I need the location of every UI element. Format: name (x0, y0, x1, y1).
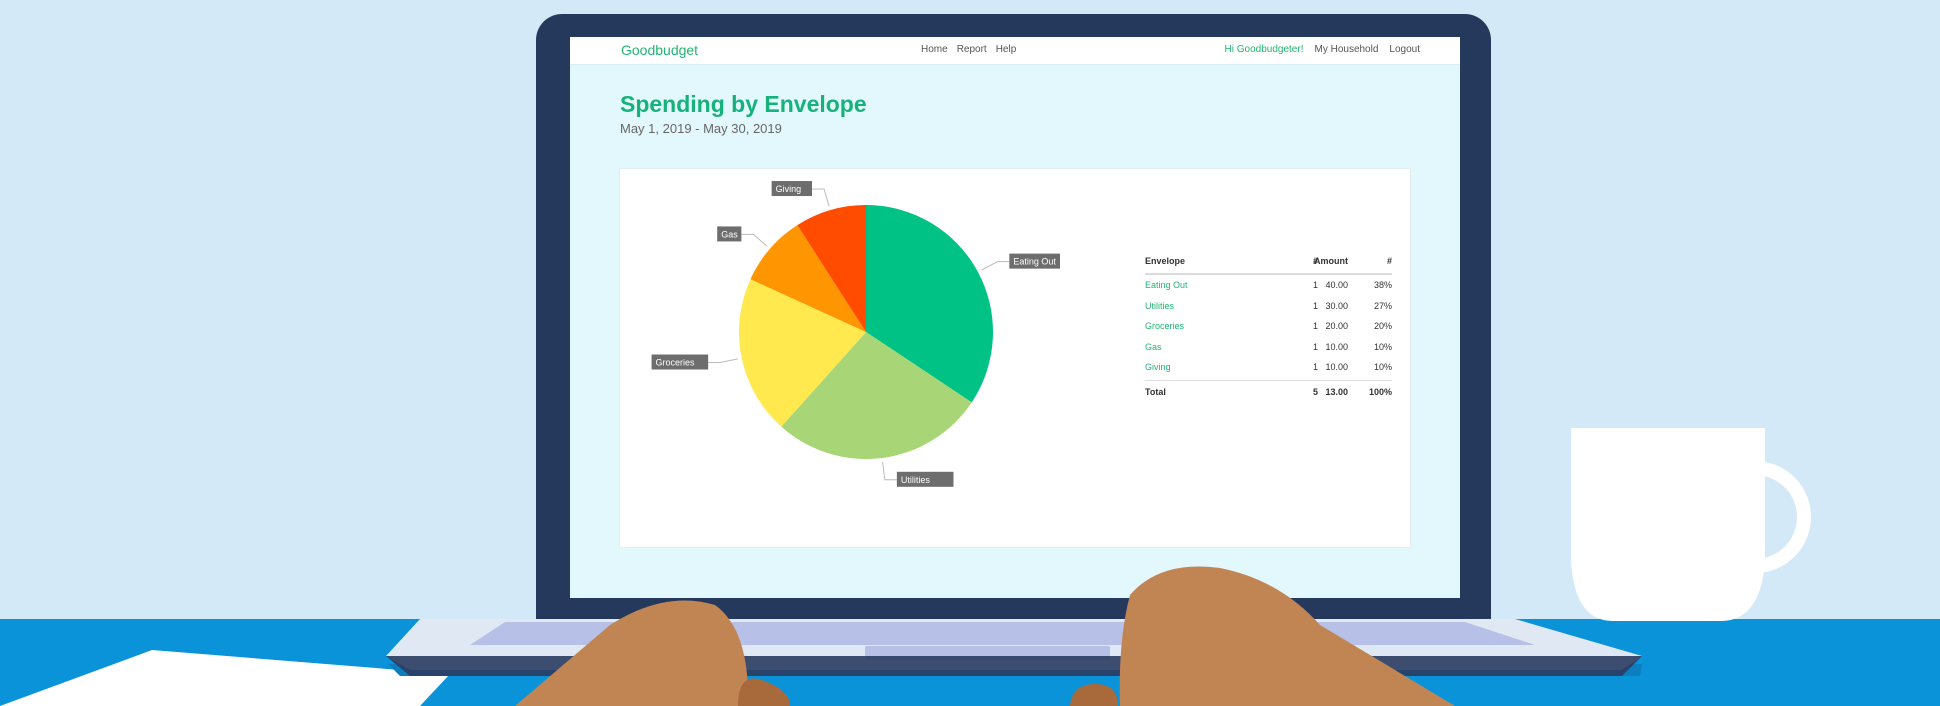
illustration-scene: Goodbudget Home Report Help Hi Goodbudge… (0, 0, 1940, 706)
left-hand (515, 600, 749, 706)
left-hand-thumb (738, 678, 790, 706)
right-hand-thumb (1070, 684, 1118, 706)
hands-layer (515, 566, 1455, 706)
right-hand (1119, 566, 1455, 706)
